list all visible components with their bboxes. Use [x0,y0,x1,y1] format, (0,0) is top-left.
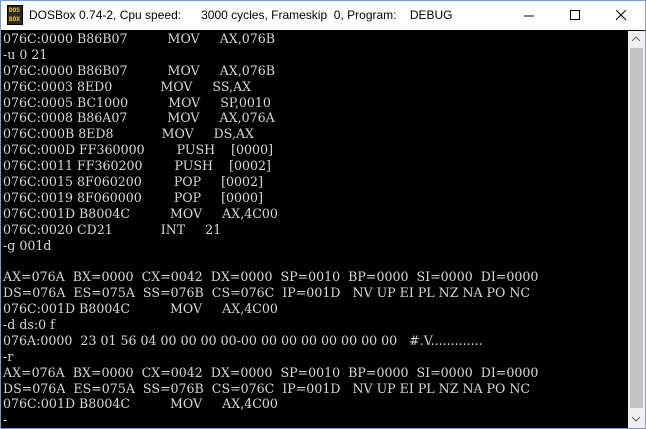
console-line: 076C:0019 8F060000 POP [0000] [3,189,263,205]
console-line: 076C:0000 B86B07 MOV AX,076B [3,31,276,46]
console-line: 076C:001D B8004C MOV AX,4C00 [3,205,278,221]
console-line: 076C:0011 FF360200 PUSH [0002] [3,158,271,174]
console-line: DS=076A ES=075A SS=076B CS=076C IP=001D … [3,380,531,396]
console-line: 076C:0003 8ED0 MOV SS,AX [3,78,252,94]
vertical-scrollbar[interactable] [628,31,645,428]
console-line: 076C:0020 CD21 INT 21 [3,221,222,237]
console-line: 076C:0000 B86B07 MOV AX,076B [3,62,276,78]
console-line: - [3,412,8,428]
console-line: 076C:0005 BC1000 MOV SP,0010 [3,94,271,110]
console-line: AX=076A BX=0000 CX=0042 DX=0000 SP=0010 … [3,364,539,380]
window-title: DOSBox 0.74-2, Cpu speed: 3000 cycles, F… [29,8,453,22]
console-line: 076A:0000 23 01 56 04 00 00 00 00-00 00 … [3,332,483,348]
icon-text-top: DOS [9,7,20,14]
maximize-icon [570,10,580,20]
scroll-down-button[interactable] [628,411,645,428]
console-line: 076C:001D B8004C MOV AX,4C00 [3,301,278,317]
console-line: -u 0 21 [3,46,48,62]
console-line: -g 001d [3,237,52,253]
icon-text-bottom: BOX [9,16,20,23]
console-line: 076C:0008 B86A07 MOV AX,076A [3,110,275,126]
dosbox-app-icon[interactable]: DOS BOX [7,5,23,25]
scroll-down-icon [632,416,641,422]
dos-console[interactable]: 076C:0000 B86B07 MOV AX,076B -u 0 21 076C:… [1,31,628,428]
console-line: 076C:000B 8ED8 MOV DS,AX [3,126,255,142]
console-line: DS=076A ES=075A SS=076B CS=076C IP=001D … [3,285,531,301]
console-line: 076C:000D FF360000 PUSH [0000] [3,142,273,158]
console-line: -d ds:0 f [3,317,55,333]
console-line: 076C:0015 8F060200 POP [0002] [3,174,263,190]
maximize-button[interactable] [553,1,599,30]
minimize-icon [524,15,534,17]
console-line: 076C:001D B8004C MOV AX,4C00 [3,396,278,412]
close-button[interactable] [599,1,645,30]
console-line: -r [3,348,14,364]
minimize-button[interactable] [507,1,553,30]
scrollbar-thumb[interactable] [630,48,643,408]
console-line: AX=076A BX=0000 CX=0042 DX=0000 SP=0010 … [3,269,539,285]
dosbox-window: DOS BOX DOSBox 0.74-2, Cpu speed: 3000 c… [0,0,646,429]
title-bar[interactable]: DOS BOX DOSBox 0.74-2, Cpu speed: 3000 c… [1,1,645,30]
scroll-up-icon [632,36,641,42]
close-icon [616,10,627,21]
scroll-up-button[interactable] [628,31,645,48]
